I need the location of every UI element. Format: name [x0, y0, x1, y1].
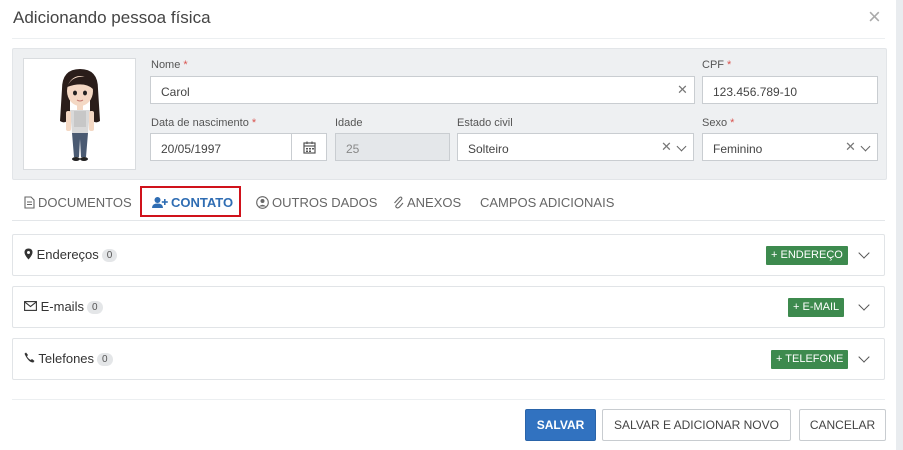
idade-input: 25: [335, 133, 450, 161]
tab-documentos[interactable]: DOCUMENTOS: [24, 195, 132, 212]
avatar-illustration: [60, 69, 100, 161]
close-icon[interactable]: ×: [868, 6, 881, 28]
dialog-title: Adicionando pessoa física: [13, 8, 211, 27]
envelope-icon: [24, 299, 37, 314]
save-button[interactable]: SALVAR: [525, 409, 596, 441]
header-divider: [12, 38, 885, 39]
idade-label: Idade: [335, 117, 363, 129]
sexo-label: Sexo *: [702, 117, 735, 129]
section-title: Endereços 0: [24, 247, 118, 262]
count-badge: 0: [86, 301, 103, 314]
estado-civil-select[interactable]: Solteiro ✕: [457, 133, 694, 161]
phone-icon: [24, 351, 35, 366]
add-email-button[interactable]: + E-MAIL: [788, 298, 845, 317]
cancel-button[interactable]: CANCELAR: [799, 409, 886, 441]
map-marker-icon: [24, 247, 33, 262]
data-nascimento-label: Data de nascimento *: [151, 117, 257, 129]
section-emails[interactable]: E-mails 0 + E-MAIL: [12, 286, 885, 328]
section-enderecos[interactable]: Endereços 0 + ENDEREÇO: [12, 234, 885, 276]
document-icon: [24, 196, 35, 212]
data-nascimento-input[interactable]: 20/05/1997: [150, 133, 327, 161]
sexo-select[interactable]: Feminino ✕: [702, 133, 878, 161]
add-telefone-button[interactable]: + TELEFONE: [771, 350, 849, 369]
chevron-down-icon[interactable]: [858, 299, 870, 311]
tab-outros-dados[interactable]: OUTROS DADOS: [256, 195, 377, 212]
count-badge: 0: [101, 249, 118, 262]
section-title: E-mails 0: [24, 299, 103, 314]
estado-civil-label: Estado civil: [457, 117, 513, 129]
section-telefones[interactable]: Telefones 0 + TELEFONE: [12, 338, 885, 380]
clear-icon[interactable]: ✕: [677, 82, 688, 98]
profile-photo[interactable]: [23, 58, 136, 170]
save-and-add-new-button[interactable]: SALVAR E ADICIONAR NOVO: [602, 409, 791, 441]
person-panel: Nome * Carol ✕ CPF * 123.456.789-10 Data d…: [12, 48, 887, 180]
calendar-icon[interactable]: [291, 134, 326, 160]
nome-label: Nome *: [151, 59, 188, 71]
tab-anexos[interactable]: ANEXOS: [393, 195, 461, 212]
chevron-down-icon[interactable]: [860, 141, 871, 152]
tab-campos-adicionais[interactable]: CAMPOS ADICIONAIS: [480, 195, 614, 210]
footer-divider: [12, 399, 885, 400]
clear-icon[interactable]: ✕: [845, 139, 856, 155]
paperclip-icon: [393, 196, 404, 212]
user-circle-icon: [256, 196, 269, 212]
clear-icon[interactable]: ✕: [661, 139, 672, 155]
section-title: Telefones 0: [24, 351, 113, 366]
add-endereco-button[interactable]: + ENDEREÇO: [766, 246, 848, 265]
cpf-label: CPF *: [702, 59, 732, 71]
nome-input[interactable]: Carol ✕: [150, 76, 695, 104]
chevron-down-icon[interactable]: [858, 247, 870, 259]
window-scrollbar-gutter: [896, 0, 903, 450]
cpf-input[interactable]: 123.456.789-10: [702, 76, 878, 104]
chevron-down-icon[interactable]: [858, 351, 870, 363]
count-badge: 0: [97, 353, 113, 366]
active-tab-highlight: [140, 186, 241, 217]
chevron-down-icon[interactable]: [676, 141, 687, 152]
